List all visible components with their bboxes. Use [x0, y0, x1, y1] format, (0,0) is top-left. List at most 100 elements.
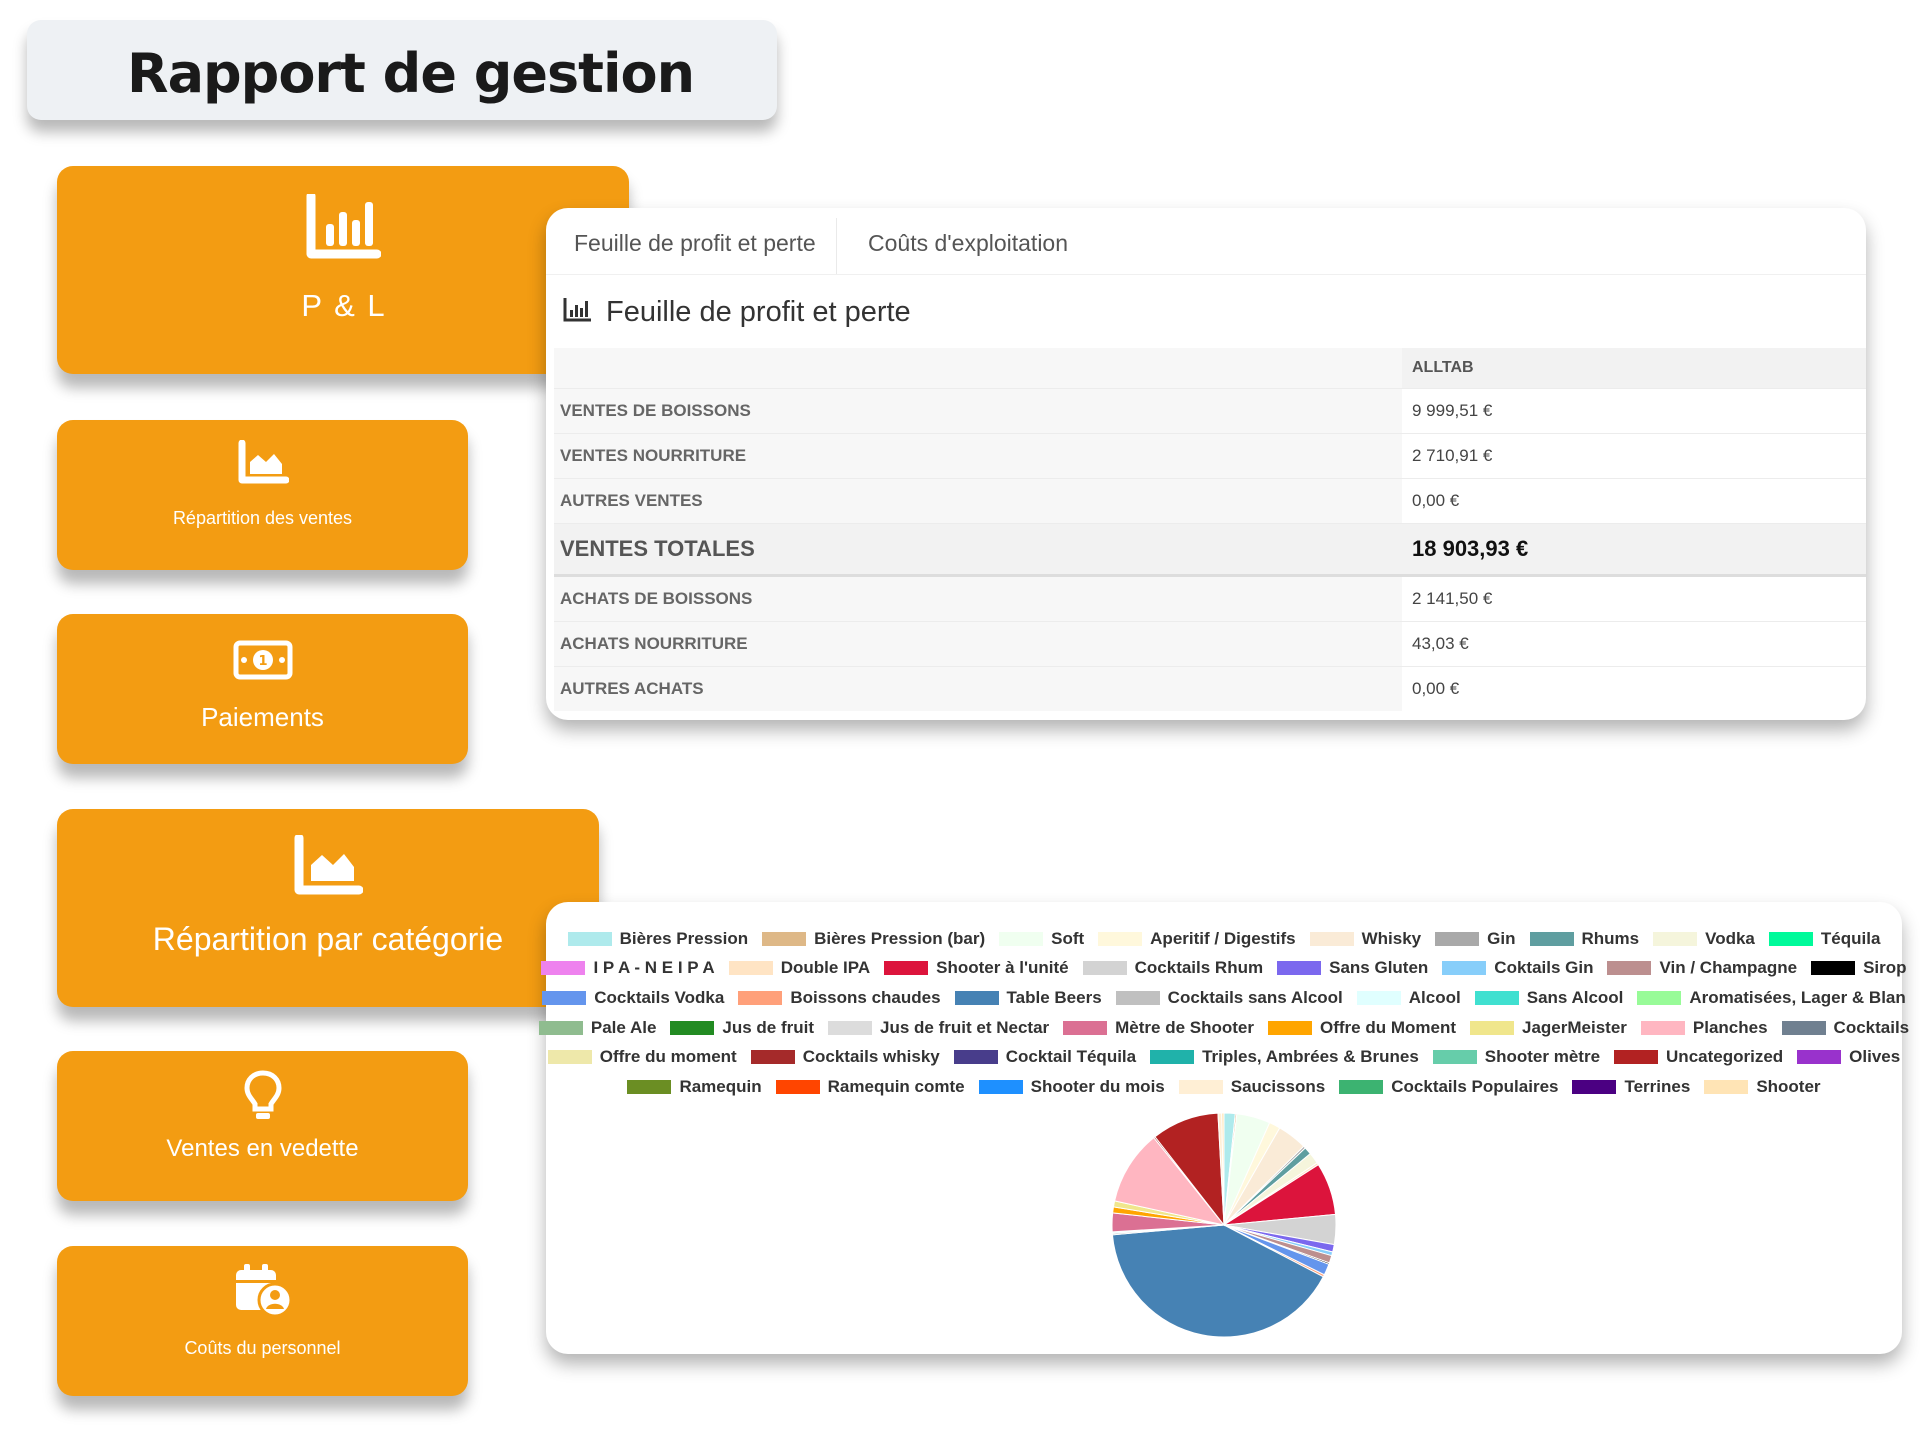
legend-item[interactable]: JagerMeister	[1470, 1018, 1627, 1038]
legend-item[interactable]: Sans Alcool	[1474, 987, 1624, 1008]
legend-label: Offre du Moment	[1320, 1017, 1456, 1037]
legend-swatch	[738, 990, 783, 1005]
legend-label: Sans Alcool	[1526, 987, 1624, 1007]
sales-distribution-card[interactable]: Répartition des ventes	[57, 420, 468, 570]
legend-label: Shooter à l'unité	[936, 958, 1069, 978]
legend-item[interactable]: Offre du moment	[547, 1047, 737, 1067]
legend-item[interactable]: Olives	[1797, 1047, 1900, 1067]
legend-item[interactable]: Shooter du mois	[978, 1077, 1165, 1097]
legend-swatch	[547, 1050, 592, 1065]
legend-label: Soft	[1051, 928, 1085, 948]
legend-label: Shooter	[1756, 1076, 1821, 1096]
category-chart-panel: Bières Pression Bières Pression (bar) Soft…	[538, 902, 1909, 1354]
legend-item[interactable]: Cocktails Vodka	[542, 988, 724, 1008]
category-pie-chart	[1111, 1112, 1337, 1338]
column-header-alltab: ALLTAB	[1402, 348, 1866, 389]
legend-item[interactable]: Uncategorized	[1614, 1047, 1783, 1067]
legend-item[interactable]: Ramequin	[627, 1077, 762, 1097]
legend-swatch	[1277, 961, 1322, 976]
legend-item[interactable]: Vodka	[1653, 929, 1755, 949]
legend-swatch	[828, 1020, 873, 1035]
payments-card[interactable]: 1 Paiements	[57, 614, 468, 764]
legend-item[interactable]: Rhums	[1529, 929, 1639, 949]
pl-table-header: ALLTAB	[554, 348, 1866, 389]
legend-item[interactable]: Aromatisées, Lager & Blan	[1637, 987, 1906, 1008]
legend-item[interactable]: Double IPA	[728, 958, 870, 978]
legend-label: JagerMeister	[1522, 1017, 1627, 1037]
category-distribution-card[interactable]: Répartition par catégorie	[57, 809, 599, 1007]
legend-label: Mètre de Shooter	[1115, 1017, 1254, 1037]
row-value: 0,00 €	[1402, 478, 1866, 524]
legend-item[interactable]: Planches	[1640, 1018, 1768, 1038]
legend-item[interactable]: Whisky	[1309, 929, 1421, 949]
featured-sales-card[interactable]: Ventes en vedette	[57, 1051, 468, 1201]
row-label-header	[554, 348, 1402, 389]
legend-item[interactable]: Jus de fruit et Nectar	[828, 1018, 1049, 1038]
row-value: 18 903,93 €	[1402, 523, 1866, 577]
legend-item[interactable]: Ramequin comte	[775, 1076, 965, 1097]
legend-item[interactable]: Cocktails	[1781, 1018, 1909, 1038]
legend-item[interactable]: Jus de fruit	[670, 1018, 814, 1038]
legend-item[interactable]: Triples, Ambrées & Brunes	[1150, 1047, 1419, 1067]
legend-item[interactable]: Sirop	[1811, 958, 1907, 978]
tab-operating-costs[interactable]: Coûts d'exploitation	[868, 230, 1068, 257]
legend-label: Aperitif / Digestifs	[1150, 928, 1296, 948]
legend-item[interactable]: Mètre de Shooter	[1063, 1018, 1254, 1038]
legend-swatch	[1435, 931, 1480, 946]
legend-swatch	[1640, 1020, 1685, 1035]
legend-item[interactable]: Alcool	[1356, 987, 1461, 1008]
legend-item[interactable]: Vin / Champagne	[1607, 958, 1797, 978]
legend-swatch	[1442, 961, 1487, 976]
legend-item[interactable]: Table Beers	[954, 988, 1102, 1008]
legend-swatch	[1704, 1079, 1749, 1094]
legend-item[interactable]: Pale Ale	[538, 1018, 656, 1038]
legend-item[interactable]: Bières Pression (bar)	[762, 929, 985, 949]
legend-item[interactable]: Cocktails Rhum	[1082, 958, 1263, 978]
legend-label: Bières Pression	[619, 928, 749, 948]
area-chart-icon	[57, 440, 468, 486]
table-row: VENTES DE BOISSONS 9 999,51 €	[554, 388, 1866, 434]
row-value: 2 141,50 €	[1402, 575, 1866, 622]
money-icon: 1	[57, 640, 468, 680]
legend-label: Alcool	[1408, 987, 1461, 1007]
pl-card[interactable]: P & L	[57, 166, 629, 374]
legend-item[interactable]: I P A - N E I P A	[541, 958, 715, 978]
legend-item[interactable]: Offre du Moment	[1268, 1018, 1456, 1038]
legend-item[interactable]: Shooter mètre	[1432, 1047, 1601, 1067]
legend-item[interactable]: Aperitif / Digestifs	[1098, 928, 1296, 949]
legend-label: Téquila	[1820, 928, 1881, 948]
staff-costs-card[interactable]: Coûts du personnel	[57, 1246, 468, 1396]
legend-label: Ramequin comte	[827, 1076, 965, 1096]
legend-label: Vin / Champagne	[1659, 958, 1798, 978]
legend-item[interactable]: Coktails Gin	[1442, 958, 1593, 978]
legend-item[interactable]: Cocktails Populaires	[1339, 1077, 1558, 1097]
table-row: ACHATS DE BOISSONS 2 141,50 €	[554, 575, 1866, 622]
legend-item[interactable]: Téquila	[1768, 928, 1881, 949]
legend-label: Triples, Ambrées & Brunes	[1202, 1047, 1419, 1067]
row-value: 9 999,51 €	[1402, 388, 1866, 434]
pl-card-label: P & L	[301, 288, 387, 323]
svg-text:1: 1	[258, 654, 267, 669]
tab-profit-loss[interactable]: Feuille de profit et perte	[574, 230, 816, 257]
legend-item[interactable]: Boissons chaudes	[738, 988, 941, 1008]
legend-item[interactable]: Cocktails sans Alcool	[1115, 988, 1343, 1008]
legend-label: Aromatisées, Lager & Blan	[1689, 987, 1906, 1007]
legend-item[interactable]: Sans Gluten	[1277, 958, 1428, 978]
row-label: ACHATS DE BOISSONS	[554, 575, 1402, 622]
bar-chart-icon	[57, 194, 629, 260]
legend-item[interactable]: Gin	[1435, 929, 1516, 949]
legend-row: Offre du moment Cocktails whisky Cocktail …	[546, 1042, 1902, 1072]
legend-item[interactable]: Shooter	[1704, 1076, 1821, 1097]
legend-item[interactable]: Soft	[999, 929, 1084, 949]
legend-item[interactable]: Saucissons	[1178, 1077, 1325, 1097]
legend-item[interactable]: Terrines	[1572, 1077, 1690, 1097]
legend-swatch	[1063, 1020, 1108, 1035]
legend-item[interactable]: Cocktail Téquila	[953, 1047, 1136, 1067]
legend-item[interactable]: Cocktails whisky	[750, 1047, 940, 1067]
legend-label: Shooter mètre	[1484, 1047, 1601, 1067]
legend-item[interactable]: Bières Pression	[567, 928, 749, 949]
legend-swatch	[1309, 931, 1354, 946]
legend-item[interactable]: Shooter à l'unité	[884, 958, 1069, 978]
category-distribution-label: Répartition par catégorie	[152, 921, 504, 957]
legend-swatch	[1474, 990, 1519, 1005]
